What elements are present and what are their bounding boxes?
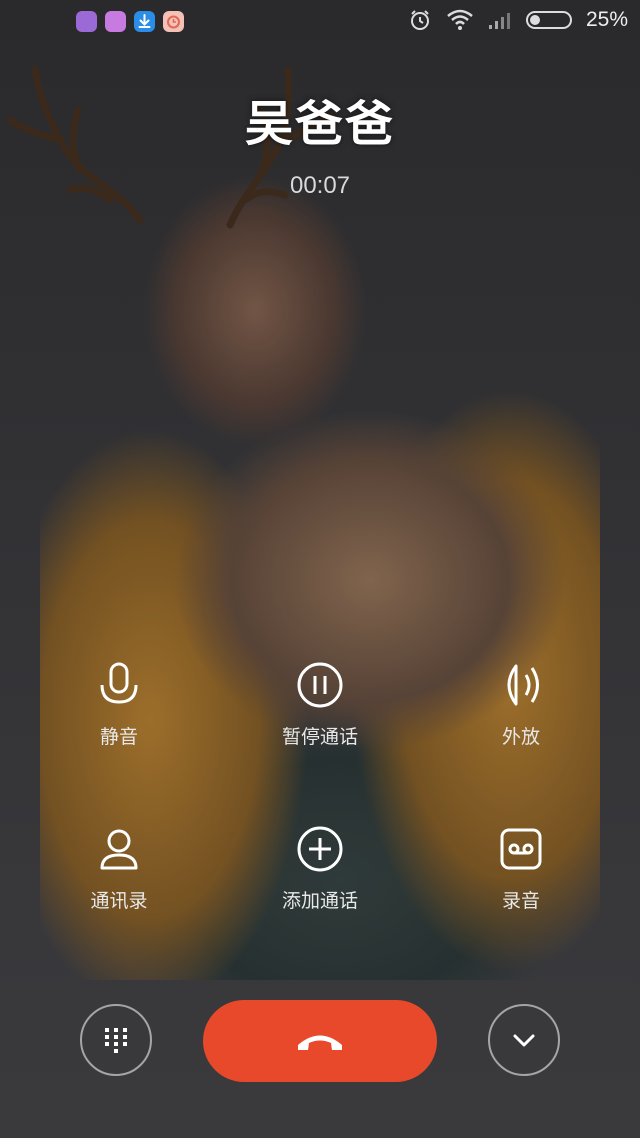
pause-icon: [297, 662, 343, 708]
dialpad-button[interactable]: [80, 1004, 152, 1076]
collapse-button[interactable]: [488, 1004, 560, 1076]
add-call-label: 添加通话: [281, 890, 358, 912]
call-actions: 静音 暂停通话 外放 通讯录 添加通话 录音: [0, 660, 640, 920]
pink-app-icon: [105, 11, 126, 32]
battery-percent: 25%: [585, 8, 628, 31]
caller-name: 吴爸爸: [244, 96, 395, 152]
bottom-bar: [0, 1000, 640, 1082]
contact-icon: [100, 829, 138, 870]
notification-icons: [76, 11, 184, 32]
battery-fill: [529, 15, 540, 25]
record-label: 录音: [501, 890, 540, 912]
signal-icon: [488, 13, 510, 29]
microphone-icon: [100, 662, 138, 704]
add-call-button[interactable]: 添加通话: [235, 824, 405, 913]
alarm-icon: [410, 10, 429, 30]
speaker-icon: [507, 664, 539, 706]
hang-up-button[interactable]: [203, 1000, 437, 1082]
hang-up-icon: [298, 1035, 342, 1050]
call-timer: 00:07: [289, 172, 351, 199]
add-call-icon: [297, 826, 343, 872]
download-app-icon: [134, 11, 155, 32]
purple-app-icon: [76, 11, 97, 32]
mute-label: 静音: [99, 726, 138, 748]
dialpad-icon: [105, 1028, 127, 1053]
record-icon: [500, 828, 542, 870]
wifi-icon: [447, 9, 473, 30]
status-bar: 25%: [0, 0, 640, 44]
chevron-down-icon: [513, 1034, 535, 1047]
timer-app-icon: [163, 11, 184, 32]
speaker-button[interactable]: 外放: [436, 660, 606, 749]
battery-icon: [525, 11, 572, 29]
speaker-label: 外放: [501, 726, 540, 748]
hold-call-label: 暂停通话: [281, 726, 358, 748]
hold-call-button[interactable]: 暂停通话: [235, 660, 405, 749]
mute-button[interactable]: 静音: [34, 660, 204, 749]
contacts-label: 通讯录: [90, 890, 148, 912]
status-right: 25%: [408, 8, 628, 32]
caller-info: 吴爸爸 00:07: [0, 84, 640, 200]
record-button[interactable]: 录音: [436, 824, 606, 913]
contacts-button[interactable]: 通讯录: [34, 824, 204, 913]
